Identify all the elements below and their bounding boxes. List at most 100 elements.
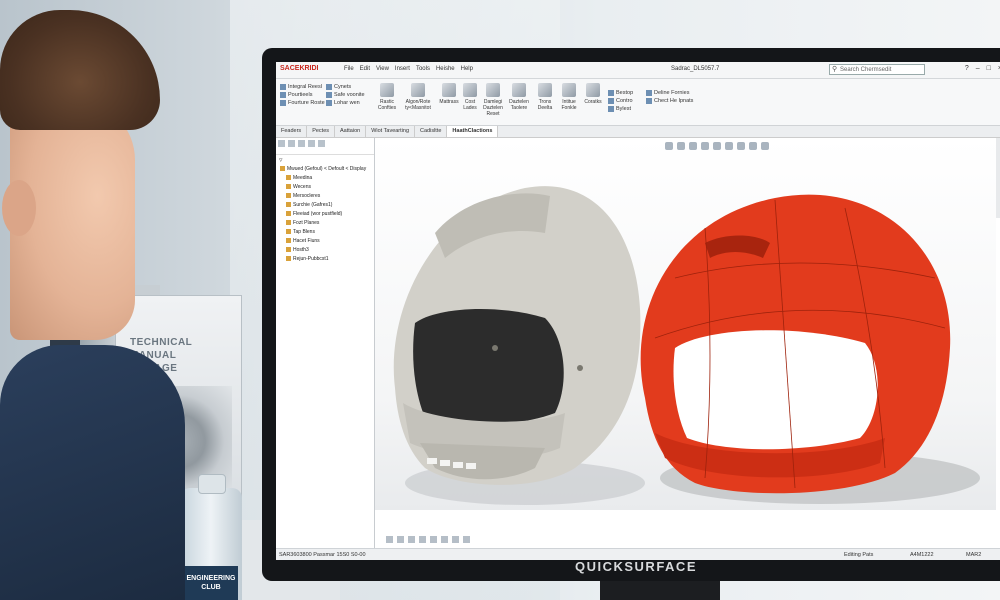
feature-manager-icon[interactable]	[278, 140, 285, 147]
tab-pectes[interactable]: Pectes	[307, 126, 336, 137]
feature-icon	[326, 83, 332, 90]
status-editing: Editing Pats	[844, 552, 874, 558]
ribbon-item[interactable]: Deline Fornies	[646, 89, 693, 97]
ribbon-item[interactable]: Integral Reesl	[280, 83, 325, 91]
tree-node[interactable]: Wecens	[276, 183, 374, 192]
tree-node[interactable]: Fleeiad (wor pustfield)	[276, 210, 374, 219]
ribbon-item[interactable]: Pourtieels	[280, 91, 325, 99]
bottom-view-toolbar	[386, 536, 470, 543]
tree-node[interactable]: Tap Blens	[276, 228, 374, 237]
property-manager-icon[interactable]	[288, 140, 295, 147]
menu-file[interactable]: File	[344, 66, 354, 72]
status-bar: SAR3603800 Passmar 15S0 S0-00 Editing Pa…	[276, 548, 1000, 560]
tool-button[interactable]: Daztelen Taolere	[506, 83, 532, 111]
feature-node-icon	[286, 229, 291, 235]
ribbon-item[interactable]: Bylest	[608, 105, 633, 113]
help-button[interactable]: ?	[965, 65, 969, 72]
person	[0, 0, 200, 600]
feature-node-icon	[286, 193, 291, 199]
tab-aattaion[interactable]: Aattaion	[335, 126, 367, 137]
tool-button[interactable]: Mattrass	[436, 83, 462, 105]
ribbon-item[interactable]: Cynets	[326, 83, 365, 91]
feature-node-icon	[286, 175, 291, 181]
menu-insert[interactable]: Insert	[395, 66, 410, 72]
menu-help[interactable]: Help	[461, 66, 473, 72]
feature-icon	[646, 89, 652, 96]
right-view-icon[interactable]	[452, 536, 459, 543]
tool-icon	[486, 83, 500, 97]
tool-button[interactable]: Cost Lades	[460, 83, 480, 111]
status-right: MAR2	[966, 552, 982, 558]
tree-node[interactable]: Hacet Fiuns	[276, 237, 374, 246]
tab-cadisltte[interactable]: Cadisltte	[415, 126, 448, 137]
minimize-button[interactable]: –	[976, 65, 980, 72]
3d-viewport[interactable]	[375, 138, 996, 510]
top-view-icon[interactable]	[441, 536, 448, 543]
ribbon-group-left: Integral Reesl Pourtieels Fourture Roste	[280, 83, 325, 107]
menu-edit[interactable]: Edit	[360, 66, 370, 72]
bottle-cap	[198, 474, 226, 494]
tree-node-label: Wecens	[293, 184, 311, 190]
tab-wiot-tavearting[interactable]: Wiot Tavearting	[366, 126, 416, 137]
menu-view[interactable]: View	[376, 66, 389, 72]
front-view-icon[interactable]	[430, 536, 437, 543]
tree-node-label: Mersocleres	[293, 193, 321, 199]
tree-node[interactable]: Hosth3	[276, 246, 374, 255]
tree-node[interactable]: Rejun-Pubbcst1	[276, 255, 374, 264]
rotate-icon[interactable]	[386, 536, 393, 543]
dimxpert-icon[interactable]	[308, 140, 315, 147]
tool-icon	[512, 83, 526, 97]
tree-node[interactable]: Mersocleres	[276, 192, 374, 201]
tool-button[interactable]: Algon/Rote ty<Masnitot	[402, 83, 434, 111]
pan-icon[interactable]	[397, 536, 404, 543]
tree-node[interactable]: Surchie (Gafres1)	[276, 201, 374, 210]
tree-node-label: Surchie (Gafres1)	[293, 202, 333, 208]
iso-view-icon[interactable]	[419, 536, 426, 543]
ribbon-item[interactable]: Chect He Ipnats	[646, 97, 693, 105]
menu-tools[interactable]: Tools	[416, 66, 430, 72]
tool-icon	[586, 83, 600, 97]
tree-node-label: Fleeiad (wor pustfield)	[293, 211, 343, 217]
tab-haathclactions[interactable]: HaathClactions	[447, 126, 499, 137]
maximize-button[interactable]: □	[987, 65, 991, 72]
tool-button[interactable]: Trons Deelta	[532, 83, 558, 111]
tool-button[interactable]: Coratks	[582, 83, 604, 105]
person-hair	[0, 10, 160, 130]
ribbon-item[interactable]: Fourture Roste	[280, 99, 325, 107]
normal-to-icon[interactable]	[463, 536, 470, 543]
ribbon-item[interactable]: Contro	[608, 97, 633, 105]
tool-button[interactable]: Damlegi Daztelen Reset	[480, 83, 506, 117]
title-bar: SACEKRIDI File Edit View Insert Tools He…	[276, 62, 1000, 79]
tree-node[interactable]: Meedina	[276, 174, 374, 183]
configuration-icon[interactable]	[298, 140, 305, 147]
tool-icon	[411, 83, 425, 97]
tool-button[interactable]: Rastic Confties	[374, 83, 400, 111]
person-ear	[2, 180, 36, 236]
tab-feaders[interactable]: Feaders	[276, 126, 308, 137]
tool-button[interactable]: Intitue Fonkle	[558, 83, 580, 111]
command-ribbon: Integral Reesl Pourtieels Fourture Roste…	[276, 79, 1000, 126]
ribbon-item[interactable]: Bestop	[608, 89, 633, 97]
task-pane-tabs[interactable]	[996, 138, 1000, 218]
feature-tree-panel: ▿ Mwued (Gefoul) < Defoult < Display Meed…	[276, 138, 375, 550]
document-title: Sadrac_DL5057.7	[671, 66, 720, 72]
tree-node[interactable]: Fozt Planes	[276, 219, 374, 228]
feature-icon	[326, 91, 332, 98]
tool-icon	[380, 83, 394, 97]
tree-node-label: Meedina	[293, 175, 313, 181]
status-units[interactable]: A4M1222	[910, 552, 934, 558]
tree-node-label: Hosth3	[293, 247, 309, 253]
menu-heishe[interactable]: Heishe	[436, 66, 455, 72]
display-manager-icon[interactable]	[318, 140, 325, 147]
tree-node-label: Mwued (Gefoul) < Defoult < Display	[287, 166, 367, 172]
tree-node[interactable]: Mwued (Gefoul) < Defoult < Display	[276, 165, 374, 174]
feature-icon	[608, 89, 614, 96]
tree-node-label: Tap Blens	[293, 229, 315, 235]
ribbon-item[interactable]: Safe voonite	[326, 91, 365, 99]
search-placeholder: Search Chermsedit	[840, 67, 892, 73]
search-input[interactable]: ⚲ Search Chermsedit	[829, 64, 925, 75]
filter-icon[interactable]: ▿	[276, 155, 374, 165]
feature-node-icon	[286, 211, 291, 217]
zoom-icon[interactable]	[408, 536, 415, 543]
ribbon-item[interactable]: Lohar wen	[326, 99, 365, 107]
